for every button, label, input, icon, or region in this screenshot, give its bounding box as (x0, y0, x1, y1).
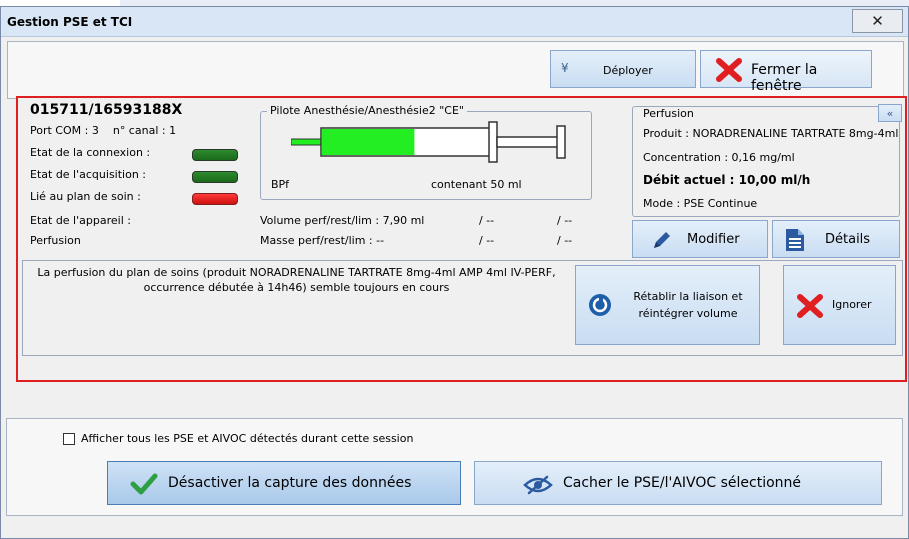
port-com: Port COM : 3 n° canal : 1 (30, 124, 177, 137)
checkmark-icon (130, 473, 158, 495)
acquisition-status-label: Etat de l'acquisition : (30, 168, 146, 181)
device-id: 015711/16593188X (30, 102, 183, 118)
red-x-icon (797, 294, 823, 318)
chevron-down-double-icon: ¥ (561, 61, 569, 75)
deploy-button[interactable]: ¥ Déployer (550, 50, 696, 88)
channel-number: n° canal : 1 (112, 124, 177, 137)
deactivate-capture-label: Désactiver la capture des données (168, 475, 412, 491)
masse-row: Masse perf/rest/lim : -- (260, 234, 385, 247)
chevron-up-double-icon: « (886, 106, 894, 120)
window-title: Gestion PSE et TCI (7, 15, 133, 29)
concentration: Concentration : 0,16 mg/ml (643, 151, 795, 164)
refresh-icon (589, 294, 611, 316)
bpf-label: BPf (271, 178, 290, 191)
ignore-button[interactable]: Ignorer (783, 265, 896, 345)
ignore-label: Ignorer (832, 298, 872, 311)
show-all-devices-option[interactable]: Afficher tous les PSE et AIVOC détectés … (63, 432, 413, 445)
restore-link-button[interactable]: Rétablir la liaison et réintégrer volume (575, 265, 760, 345)
masse-rest: / -- (479, 234, 495, 247)
care-plan-link-label: Lié au plan de soin : (30, 190, 141, 203)
pilot-group: Pilote Anesthésie/Anesthésie2 "CE" BPf c… (260, 104, 592, 200)
close-window-label: Fermer la fenêtre (751, 62, 818, 94)
pencil-icon (654, 232, 670, 248)
details-button[interactable]: Détails (772, 220, 900, 258)
toolbar-area: ¥ Déployer Fermer la fenêtre (7, 41, 904, 99)
close-window-x-button[interactable]: ✕ (852, 9, 903, 33)
perfusion-mode: Mode : PSE Continue (643, 197, 758, 210)
show-all-label: Afficher tous les PSE et AIVOC détectés … (81, 432, 414, 445)
perfusion-label: Perfusion (30, 234, 81, 247)
volume-rest: / -- (479, 214, 495, 227)
red-x-icon (716, 58, 742, 82)
perfusion-legend: Perfusion (641, 107, 696, 120)
volume-limit: / -- (557, 214, 573, 227)
document-icon (786, 229, 804, 251)
title-bar: Gestion PSE et TCI ✕ (1, 7, 908, 37)
syringe-graphic (291, 121, 566, 163)
perfusion-group: Perfusion Produit : NORADRENALINE TARTRA… (632, 106, 900, 217)
collapse-button[interactable]: « (878, 104, 902, 122)
deploy-label: Déployer (603, 64, 653, 77)
masse-limit: / -- (557, 234, 573, 247)
connection-status-led (192, 149, 238, 161)
deactivate-capture-button[interactable]: Désactiver la capture des données (107, 461, 461, 505)
eye-slash-icon (523, 475, 553, 495)
care-plan-link-led (192, 193, 238, 205)
product-name: Produit : NORADRENALINE TARTRATE 8mg-4ml… (643, 127, 899, 140)
container-volume: contenant 50 ml (431, 178, 522, 191)
close-window-button[interactable]: Fermer la fenêtre (700, 50, 872, 94)
device-panel[interactable]: 015711/16593188X Port COM : 3 n° canal :… (16, 96, 907, 382)
pilot-legend: Pilote Anesthésie/Anesthésie2 "CE" (267, 104, 467, 117)
hide-device-label: Cacher le PSE/l'AIVOC sélectionné (563, 475, 802, 491)
modify-button[interactable]: Modifier (632, 220, 768, 258)
modify-label: Modifier (687, 232, 740, 247)
current-flow-rate: Débit actuel : 10,00 ml/h (643, 173, 811, 187)
alert-message: La perfusion du plan de soins (produit N… (37, 266, 556, 294)
details-label: Détails (825, 232, 871, 247)
device-state-label: Etat de l'appareil : (30, 214, 131, 227)
connection-status-label: Etat de la connexion : (30, 146, 151, 159)
acquisition-status-led (192, 171, 238, 183)
volume-row: Volume perf/rest/lim : 7,90 ml (260, 214, 425, 227)
show-all-checkbox[interactable] (63, 432, 75, 445)
bottom-area: Afficher tous les PSE et AIVOC détectés … (6, 418, 903, 516)
hide-device-button[interactable]: Cacher le PSE/l'AIVOC sélectionné (474, 461, 882, 505)
alert-panel: La perfusion du plan de soins (produit N… (22, 260, 903, 356)
restore-link-label: Rétablir la liaison et réintégrer volume (633, 290, 743, 320)
